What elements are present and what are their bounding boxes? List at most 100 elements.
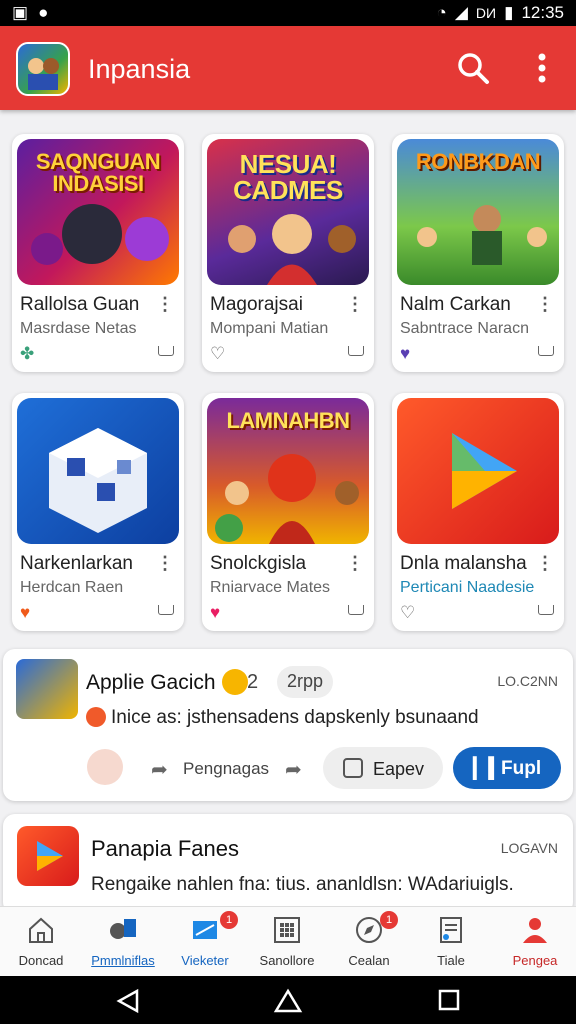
app-artwork: NESUA! CADMES <box>207 139 369 285</box>
app-subtitle: Mompani Matian <box>210 320 329 337</box>
app-tile[interactable]: NESUA! CADMES Magorajsai ⋮ Mompani Matia… <box>202 134 374 372</box>
tray-icon <box>343 758 363 778</box>
cart-icon[interactable] <box>538 346 554 356</box>
cart-icon[interactable] <box>158 605 174 615</box>
search-button[interactable] <box>455 50 491 86</box>
more-vert-icon[interactable]: ⋮ <box>156 294 174 315</box>
nav-label: Cealan <box>348 953 390 968</box>
recents-icon[interactable] <box>437 988 461 1012</box>
nav-label: Pengea <box>512 953 558 968</box>
app-title: Snolckgisla <box>210 553 307 574</box>
heart-icon[interactable]: ♥ <box>210 603 220 623</box>
cart-icon[interactable] <box>348 346 364 356</box>
share-icon[interactable]: ➦ <box>151 757 168 782</box>
app-tile[interactable]: LAMNAHBN Snolckgisla ⋮ Rniarvace Mates ♥ <box>202 393 374 631</box>
nav-item-viewer[interactable]: 1 Vieketer <box>164 907 246 977</box>
system-navigation-bar <box>0 976 576 1024</box>
bottom-navigation: Doncad Pmmlniflas 1 Vieketer Sanollore 1… <box>0 906 576 976</box>
cart-icon[interactable] <box>348 605 364 615</box>
cart-icon[interactable] <box>538 605 554 615</box>
app-subtitle: Masrdase Netas <box>20 320 137 337</box>
app-logo[interactable] <box>16 42 70 96</box>
more-vert-icon[interactable]: ⋮ <box>156 553 174 574</box>
carrier-text: DИ <box>475 5 497 21</box>
gallery-icon: ▣ <box>12 3 29 22</box>
app-artwork <box>397 398 559 544</box>
more-vert-icon[interactable]: ⋮ <box>536 553 554 574</box>
app-tile[interactable]: Dnla malansha ⋮ Perticani Naadesie ♡ <box>392 393 564 631</box>
bars-icon: ▎▍ <box>473 758 504 780</box>
emoji-icon <box>222 669 248 695</box>
leaf-icon[interactable]: ✤ <box>20 344 34 364</box>
back-icon[interactable] <box>115 988 141 1014</box>
app-subtitle: Perticani Naadesie <box>400 579 535 596</box>
nav-label: Tiale <box>437 953 465 968</box>
person-icon <box>523 918 547 943</box>
secondary-button-label: Eapev <box>373 759 425 779</box>
clock: 12:35 <box>521 3 564 22</box>
window-icon <box>193 921 217 939</box>
wifi-icon: ◔ <box>436 3 447 22</box>
nav-item-home[interactable]: Doncad <box>0 907 82 977</box>
secondary-button[interactable]: Eapev <box>323 747 443 789</box>
app-title: Dnla malansha <box>400 553 527 574</box>
notification-badge: 1 <box>380 911 398 929</box>
nav-label: Vieketer <box>181 953 229 968</box>
profile-chart-icon <box>110 919 136 939</box>
share-label[interactable]: Pengnagas <box>183 759 269 779</box>
nav-label: Pmmlniflas <box>91 953 155 968</box>
nav-label: Doncad <box>18 953 64 968</box>
heart-icon[interactable]: ♡ <box>210 344 225 364</box>
feed-meta: LOGAVN <box>500 840 558 856</box>
feed-thumbnail <box>17 826 79 886</box>
nav-item-clipboard[interactable]: Tiale <box>410 907 492 977</box>
feed-message: Inice as: jsthensadens dapskenly bsunaan… <box>111 707 479 728</box>
clipboard-icon <box>440 917 462 943</box>
app-subtitle: Herdcan Raen <box>20 579 124 596</box>
home-icon <box>29 917 53 943</box>
app-artwork <box>17 398 179 544</box>
app-tile[interactable]: RONBKDAN Nalm Carkan ⋮ Sabntrace Naracn … <box>392 134 564 372</box>
feed-card[interactable]: Panapia Fanes LOGAVN Rengaike nahlen fna… <box>3 814 573 914</box>
feed-message: Rengaike nahlen fna: tius. ananldlsn: WA… <box>91 874 514 895</box>
more-vert-icon[interactable]: ⋮ <box>346 294 364 315</box>
feed-title: Panapia Fanes <box>91 836 239 861</box>
nav-item-person[interactable]: Pengea <box>494 907 576 977</box>
app-title: Nalm Carkan <box>400 294 511 315</box>
more-vert-icon[interactable]: ⋮ <box>346 553 364 574</box>
app-artwork: LAMNAHBN <box>207 398 369 544</box>
nav-label: Sanollore <box>259 953 315 968</box>
app-bar: Inpansia <box>0 26 576 110</box>
cart-icon[interactable] <box>158 346 174 356</box>
search-icon <box>458 53 489 84</box>
play-icon <box>37 841 63 871</box>
reaction-count: 2 <box>247 671 259 693</box>
play-icon <box>452 433 517 509</box>
more-vert-icon[interactable]: ⋮ <box>536 294 554 315</box>
app-tile[interactable]: Narkenlarkan ⋮ Herdcan Raen ♥ <box>12 393 184 631</box>
nav-item-grid[interactable]: Sanollore <box>246 907 328 977</box>
forward-icon[interactable]: ➦ <box>285 757 302 782</box>
overflow-menu-button[interactable] <box>528 50 556 86</box>
home-button-icon[interactable] <box>273 988 303 1014</box>
app-tile[interactable]: SAQNGUAN INDASISI Rallolsa Guan ⋮ Masrda… <box>12 134 184 372</box>
status-bar: ▣ ● ◔ ◢ DИ ▮ 12:35 <box>0 0 576 26</box>
feed-thumbnail <box>16 659 78 719</box>
grid-icon <box>274 917 300 943</box>
heart-icon[interactable]: ♡ <box>400 603 415 623</box>
primary-button-label: Fupl <box>501 758 542 779</box>
nav-item-profile[interactable]: Pmmlniflas <box>82 907 164 977</box>
app-artwork: SAQNGUAN INDASISI <box>17 139 179 285</box>
tag-chip[interactable]: 2rpp <box>277 666 334 698</box>
feed-card[interactable]: Applie Gacich 2 2rpp LO.C2NN Inice as: j… <box>3 649 573 801</box>
heart-icon[interactable]: ♥ <box>20 603 30 623</box>
more-vert-icon <box>538 53 546 83</box>
primary-button[interactable]: ▎▍ Fupl <box>453 747 561 789</box>
heart-icon[interactable]: ♥ <box>400 344 410 364</box>
app-subtitle: Sabntrace Naracn <box>400 320 529 337</box>
notification-badge: 1 <box>220 911 238 929</box>
feed-meta: LO.C2NN <box>497 673 558 689</box>
nav-item-compass[interactable]: 1 Cealan <box>328 907 410 977</box>
app-title: Inpansia <box>88 54 191 84</box>
avatar[interactable] <box>87 749 123 785</box>
